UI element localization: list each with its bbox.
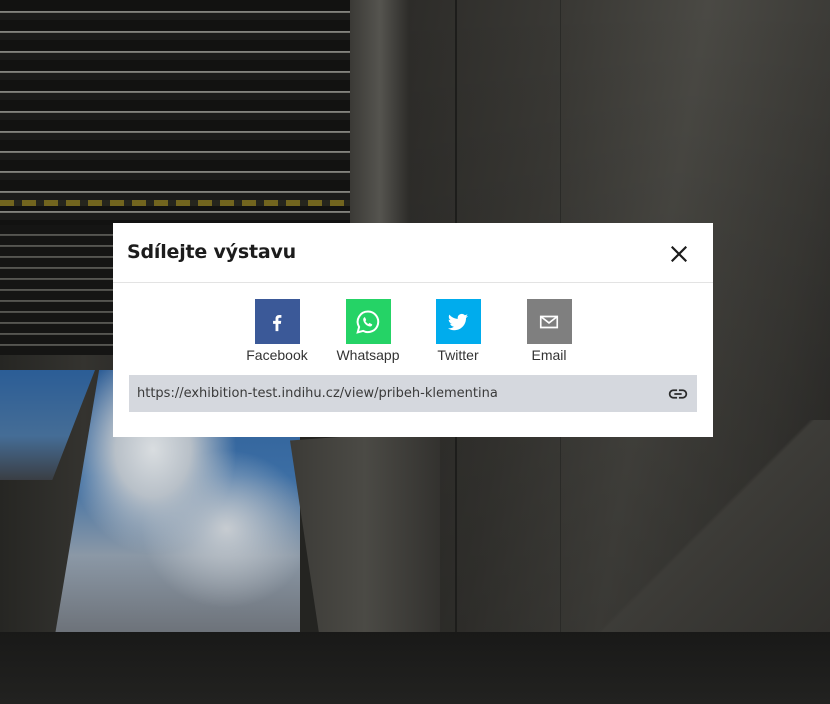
copy-link-button[interactable] [667,383,689,405]
share-label: Whatsapp [336,347,400,363]
twitter-icon [448,313,468,330]
twitter-tile [435,299,481,344]
whatsapp-icon [356,309,380,334]
whatsapp-tile [345,299,391,344]
railing [350,0,410,225]
share-email-button[interactable]: Email [504,299,594,363]
dialog-header: Sdílejte výstavu [113,223,713,283]
close-button[interactable] [667,242,691,266]
share-options: Facebook Whatsapp Twitter Email [113,299,713,363]
center-wall [290,430,440,640]
dialog-title: Sdílejte výstavu [127,241,296,263]
share-facebook-button[interactable]: Facebook [232,299,322,363]
ground [0,632,830,704]
share-twitter-button[interactable]: Twitter [413,299,503,363]
email-tile [526,299,572,344]
share-url-field[interactable]: https://exhibition-test.indihu.cz/view/p… [129,375,697,412]
share-dialog: Sdílejte výstavu Facebook Whatsapp Twitt… [113,223,713,437]
staircase-lower [0,225,120,355]
close-icon [671,246,687,262]
share-label: Email [531,347,567,363]
facebook-tile [254,299,300,344]
share-label: Twitter [437,347,479,363]
share-url-text[interactable]: https://exhibition-test.indihu.cz/view/p… [137,386,498,401]
email-icon [539,315,559,328]
share-whatsapp-button[interactable]: Whatsapp [323,299,413,363]
link-icon [668,389,688,399]
stair-edge-stripe [0,200,395,206]
share-label: Facebook [246,347,308,363]
staircase [0,0,410,225]
facebook-icon [273,314,282,331]
